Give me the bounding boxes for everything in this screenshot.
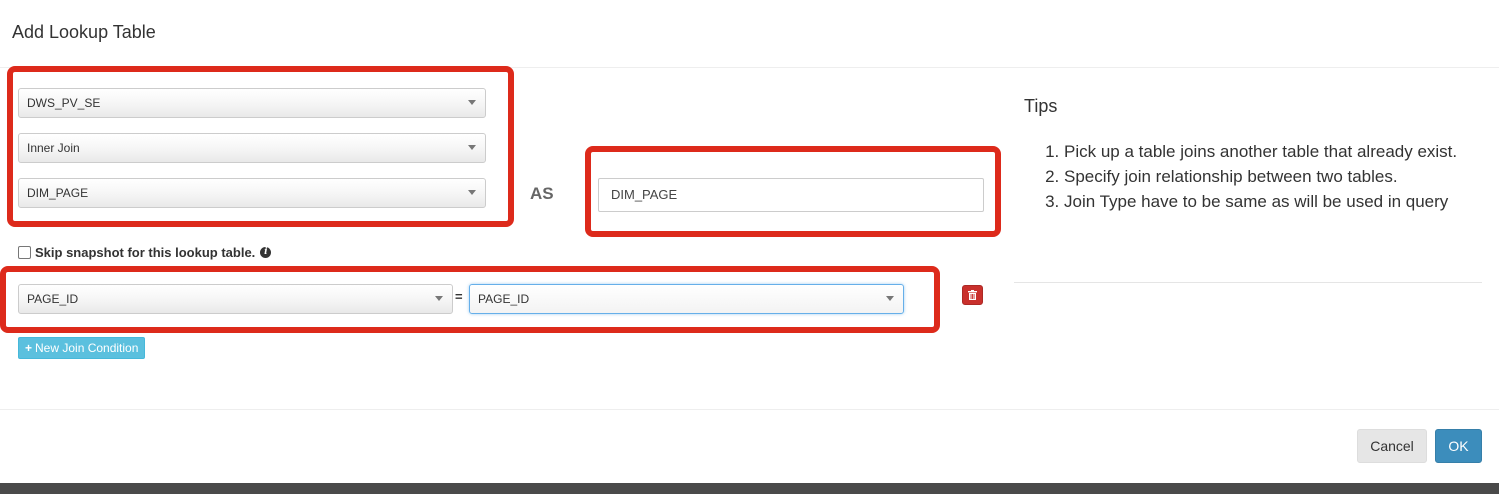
join-right-column-select[interactable]: PAGE_ID [469, 284, 904, 314]
tip-item: Specify join relationship between two ta… [1064, 164, 1499, 189]
join-type-select[interactable]: Inner Join [18, 133, 486, 163]
new-join-condition-label: New Join Condition [35, 341, 139, 355]
chevron-down-icon [468, 145, 476, 150]
join-right-column-value: PAGE_ID [478, 292, 530, 306]
chevron-down-icon [468, 100, 476, 105]
chevron-down-icon [886, 296, 894, 301]
tip-item: Join Type have to be same as will be use… [1064, 189, 1499, 214]
delete-join-button[interactable] [962, 285, 983, 305]
lookup-table-value: DIM_PAGE [27, 186, 89, 200]
join-left-column-select[interactable]: PAGE_ID [18, 284, 453, 314]
page-bottom-bar [0, 483, 1499, 494]
skip-snapshot-row: Skip snapshot for this lookup table. i [18, 245, 272, 260]
dialog-title: Add Lookup Table [12, 22, 156, 42]
as-label: AS [530, 184, 554, 203]
tips-divider [1014, 282, 1482, 283]
source-table-value: DWS_PV_SE [27, 96, 101, 110]
join-operator: = [455, 289, 463, 304]
skip-snapshot-checkbox[interactable] [18, 246, 31, 259]
tip-item: Pick up a table joins another table that… [1064, 139, 1499, 164]
tips-title: Tips [1024, 96, 1058, 116]
plus-icon: + [25, 341, 33, 355]
cancel-button[interactable]: Cancel [1357, 429, 1427, 463]
tips-list: Pick up a table joins another table that… [1024, 139, 1499, 214]
footer-divider [0, 409, 1499, 410]
info-icon: i [260, 247, 272, 258]
join-left-column-value: PAGE_ID [27, 292, 79, 306]
join-type-value: Inner Join [27, 141, 80, 155]
ok-button[interactable]: OK [1435, 429, 1482, 463]
chevron-down-icon [435, 296, 443, 301]
alias-input[interactable]: DIM_PAGE [598, 178, 984, 212]
chevron-down-icon [468, 190, 476, 195]
trash-icon [968, 290, 977, 300]
source-table-select[interactable]: DWS_PV_SE [18, 88, 486, 118]
skip-snapshot-label: Skip snapshot for this lookup table. [35, 245, 256, 260]
lookup-table-select[interactable]: DIM_PAGE [18, 178, 486, 208]
new-join-condition-button[interactable]: + New Join Condition [18, 337, 146, 359]
